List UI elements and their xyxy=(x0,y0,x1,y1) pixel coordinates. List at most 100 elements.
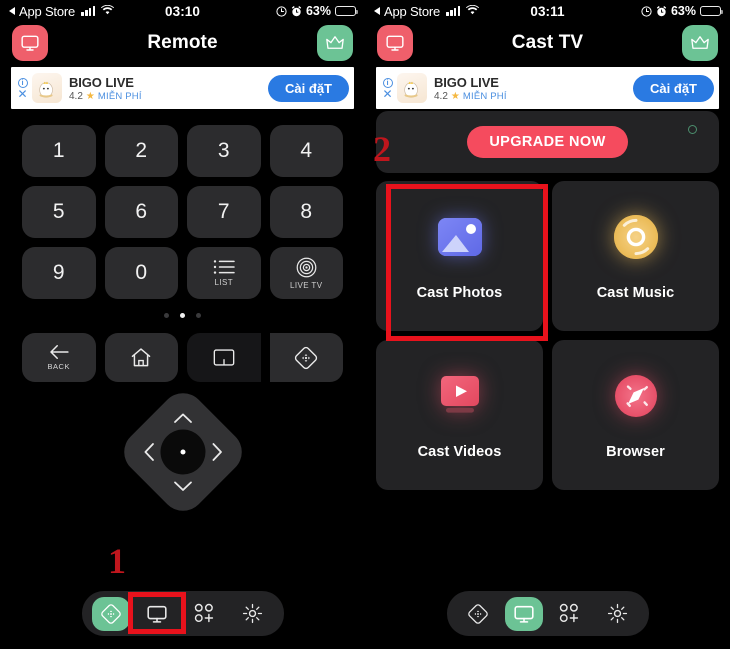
header-premium-button[interactable] xyxy=(317,25,353,61)
cast-card-label: Browser xyxy=(606,444,665,460)
dpad-down-button[interactable] xyxy=(173,480,193,492)
status-bar-left: App Store xyxy=(9,4,115,19)
page-indicator-dots[interactable] xyxy=(0,313,365,318)
dpad-control[interactable] xyxy=(114,384,251,520)
cast-card-label: Cast Music xyxy=(596,285,675,301)
page-dot-1[interactable] xyxy=(164,313,169,318)
key-label: 9 xyxy=(52,261,65,284)
home-icon xyxy=(131,348,151,367)
alarm-icon xyxy=(291,5,302,16)
back-button[interactable]: BACK xyxy=(22,333,96,382)
ad-info-icon[interactable]: i xyxy=(17,77,28,88)
key-5[interactable]: 5 xyxy=(22,186,96,238)
annotation-box-cast-tv-tab xyxy=(128,592,186,634)
cast-videos-card[interactable]: Cast Videos xyxy=(376,340,543,490)
key-4[interactable]: 4 xyxy=(269,125,343,177)
cast-music-card[interactable]: Cast Music xyxy=(552,181,719,331)
dpad-control-wrap xyxy=(0,384,365,520)
sidebar-item-apps[interactable] xyxy=(549,597,591,630)
star-icon: ★ xyxy=(450,90,460,102)
header-monitor-button[interactable] xyxy=(12,25,48,61)
key-0[interactable]: 0 xyxy=(104,247,178,299)
sidebar-item-cast-tv[interactable] xyxy=(504,596,543,631)
key-6[interactable]: 6 xyxy=(104,186,178,238)
status-bar: App Store 03:10 63% xyxy=(0,0,365,22)
sidebar-item-settings[interactable] xyxy=(232,597,274,630)
key-7[interactable]: 7 xyxy=(187,186,261,238)
battery-percent: 63% xyxy=(305,4,331,18)
battery-icon xyxy=(335,5,359,17)
dpad-toggle-button[interactable] xyxy=(269,333,343,382)
monitor-icon xyxy=(386,35,404,51)
wifi-icon xyxy=(466,4,480,18)
key-live-tv[interactable]: LIVE TV xyxy=(269,247,343,299)
bottom-tabbar-wrap xyxy=(365,591,730,636)
ad-subtitle: 4.2 ★ MIỄN PHÍ xyxy=(69,91,268,102)
key-label: 7 xyxy=(217,200,230,223)
ad-banner[interactable]: i ✕ BIGO LIVE 4.2 ★ MIỄN PHÍ Cài đặT xyxy=(11,67,354,109)
key-3[interactable]: 3 xyxy=(187,125,261,177)
target-icon xyxy=(296,257,317,277)
header-monitor-button[interactable] xyxy=(377,25,413,61)
ad-banner[interactable]: i ✕ BIGO LIVE 4.2 ★ MIỄN PHÍ Cài đặT xyxy=(376,67,719,109)
signal-bars-icon xyxy=(81,6,96,16)
sidebar-item-settings[interactable] xyxy=(597,597,639,630)
key-caption: LIST xyxy=(214,278,233,287)
home-button[interactable] xyxy=(104,333,178,382)
dpad-diamond-icon xyxy=(295,346,318,369)
ad-rating: 4.2 xyxy=(69,90,83,102)
page-dot-2-active[interactable] xyxy=(180,313,185,318)
status-bar: App Store 03:11 63% xyxy=(365,0,730,22)
browser-card[interactable]: Browser xyxy=(552,340,719,490)
apps-grid-plus-icon xyxy=(194,603,214,623)
sidebar-item-remote[interactable] xyxy=(91,596,130,631)
gear-icon xyxy=(242,603,263,624)
dpad-diamond-icon xyxy=(467,603,488,624)
status-bar-back-app[interactable]: App Store xyxy=(19,4,75,19)
list-icon xyxy=(213,260,235,274)
ad-close-icon[interactable]: ✕ xyxy=(382,88,392,100)
key-8[interactable]: 8 xyxy=(269,186,343,238)
key-9[interactable]: 9 xyxy=(22,247,96,299)
ad-meta-controls: i ✕ xyxy=(16,77,29,100)
location-icon xyxy=(276,5,287,17)
ad-price: MIỄN PHÍ xyxy=(462,90,507,102)
left-phone-screen: App Store 03:10 63% Remote i ✕ BIGO LIVE… xyxy=(0,0,365,649)
dpad-up-button[interactable] xyxy=(173,412,193,424)
apps-grid-plus-icon xyxy=(559,603,579,623)
dpad-diamond-icon xyxy=(100,603,121,624)
key-caption: LIVE TV xyxy=(290,280,323,290)
upgrade-now-button[interactable]: UPGRADE NOW xyxy=(467,126,628,158)
key-label: 2 xyxy=(135,139,148,162)
dpad-ok-button[interactable] xyxy=(160,429,205,475)
back-triangle-icon[interactable] xyxy=(9,7,15,15)
sidebar-item-remote[interactable] xyxy=(457,597,499,630)
ad-meta-controls: i ✕ xyxy=(381,77,394,100)
video-play-icon xyxy=(434,370,486,422)
header-premium-button[interactable] xyxy=(682,25,718,61)
status-bar-back-app[interactable]: App Store xyxy=(384,4,440,19)
ad-rating: 4.2 xyxy=(434,90,448,102)
sidebar-item-apps[interactable] xyxy=(184,597,226,630)
music-disc-icon xyxy=(610,211,662,263)
key-1[interactable]: 1 xyxy=(22,125,96,177)
battery-icon xyxy=(700,5,724,17)
ad-install-button[interactable]: Cài đặT xyxy=(268,74,349,102)
ad-app-icon xyxy=(32,73,62,103)
dpad-left-button[interactable] xyxy=(143,442,155,462)
ad-info-icon[interactable]: i xyxy=(382,77,393,88)
ad-price: MIỄN PHÍ xyxy=(97,90,142,102)
pip-window-button[interactable] xyxy=(187,333,261,382)
dpad-right-button[interactable] xyxy=(211,442,223,462)
key-label: 5 xyxy=(52,200,65,223)
ok-dot xyxy=(180,449,185,455)
key-list[interactable]: LIST xyxy=(187,247,261,299)
bottom-tabbar xyxy=(446,591,649,636)
back-triangle-icon[interactable] xyxy=(374,7,380,15)
ad-install-button[interactable]: Cài đặT xyxy=(633,74,714,102)
page-dot-3[interactable] xyxy=(196,313,201,318)
wifi-icon xyxy=(101,4,115,18)
ad-close-icon[interactable]: ✕ xyxy=(17,88,27,100)
status-indicator-dot xyxy=(688,125,697,134)
key-2[interactable]: 2 xyxy=(104,125,178,177)
